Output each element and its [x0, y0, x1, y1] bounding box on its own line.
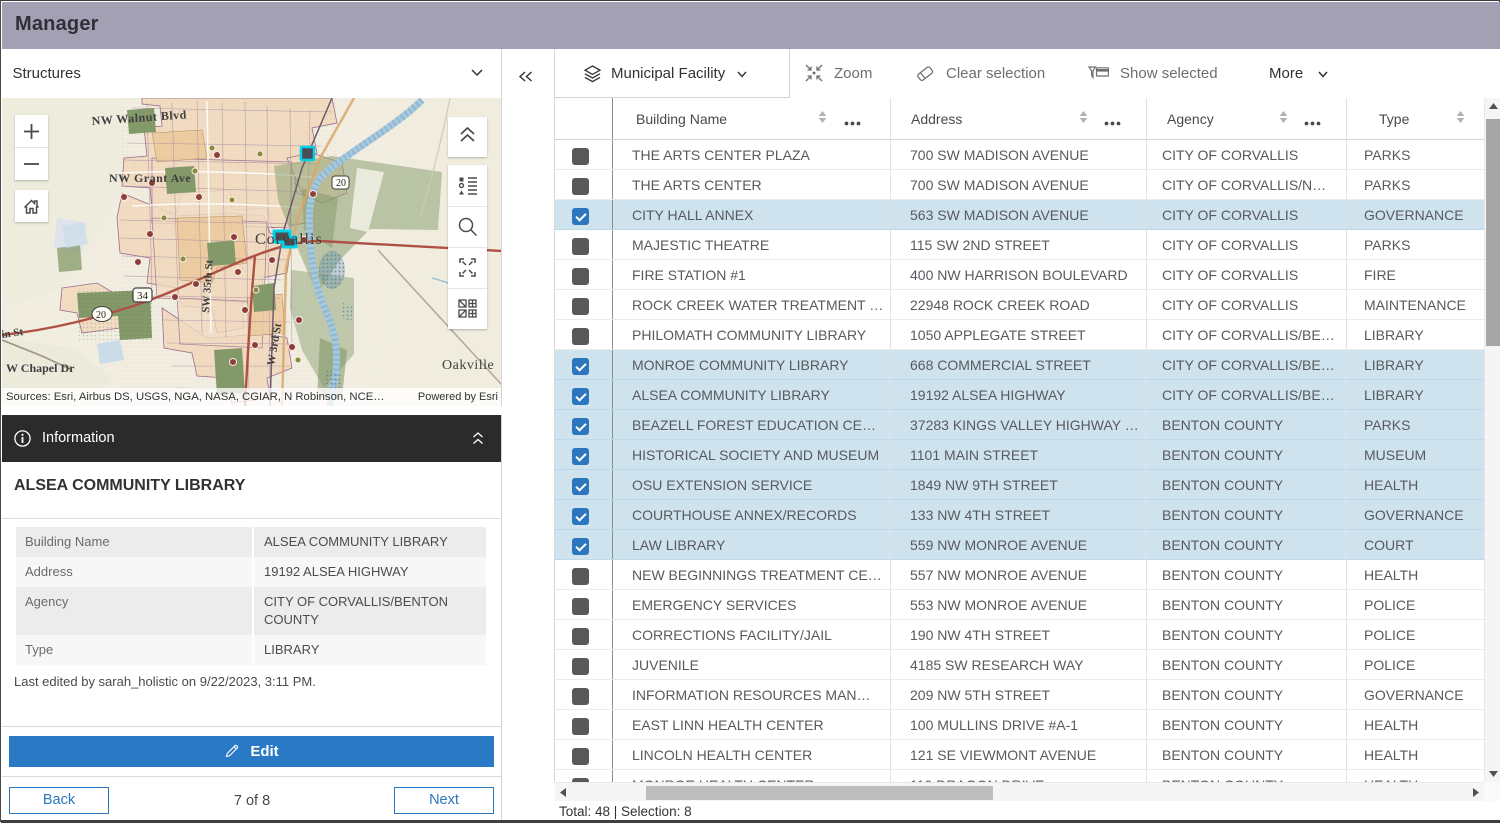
svg-text:34: 34 — [137, 290, 149, 302]
svg-text:20: 20 — [96, 310, 106, 321]
svg-text:Oakville: Oakville — [442, 358, 494, 373]
svg-text:20: 20 — [336, 178, 346, 189]
svg-text:Corvallis: Corvallis — [255, 231, 323, 248]
svg-text:W Chapel Dr: W Chapel Dr — [6, 361, 75, 375]
svg-text:Powered by Esri: Powered by Esri — [418, 391, 498, 403]
svg-text:Sources: Esri, Airbus DS, USGS: Sources: Esri, Airbus DS, USGS, NGA, NAS… — [6, 391, 385, 403]
svg-text:NW Grant Ave: NW Grant Ave — [109, 171, 191, 185]
